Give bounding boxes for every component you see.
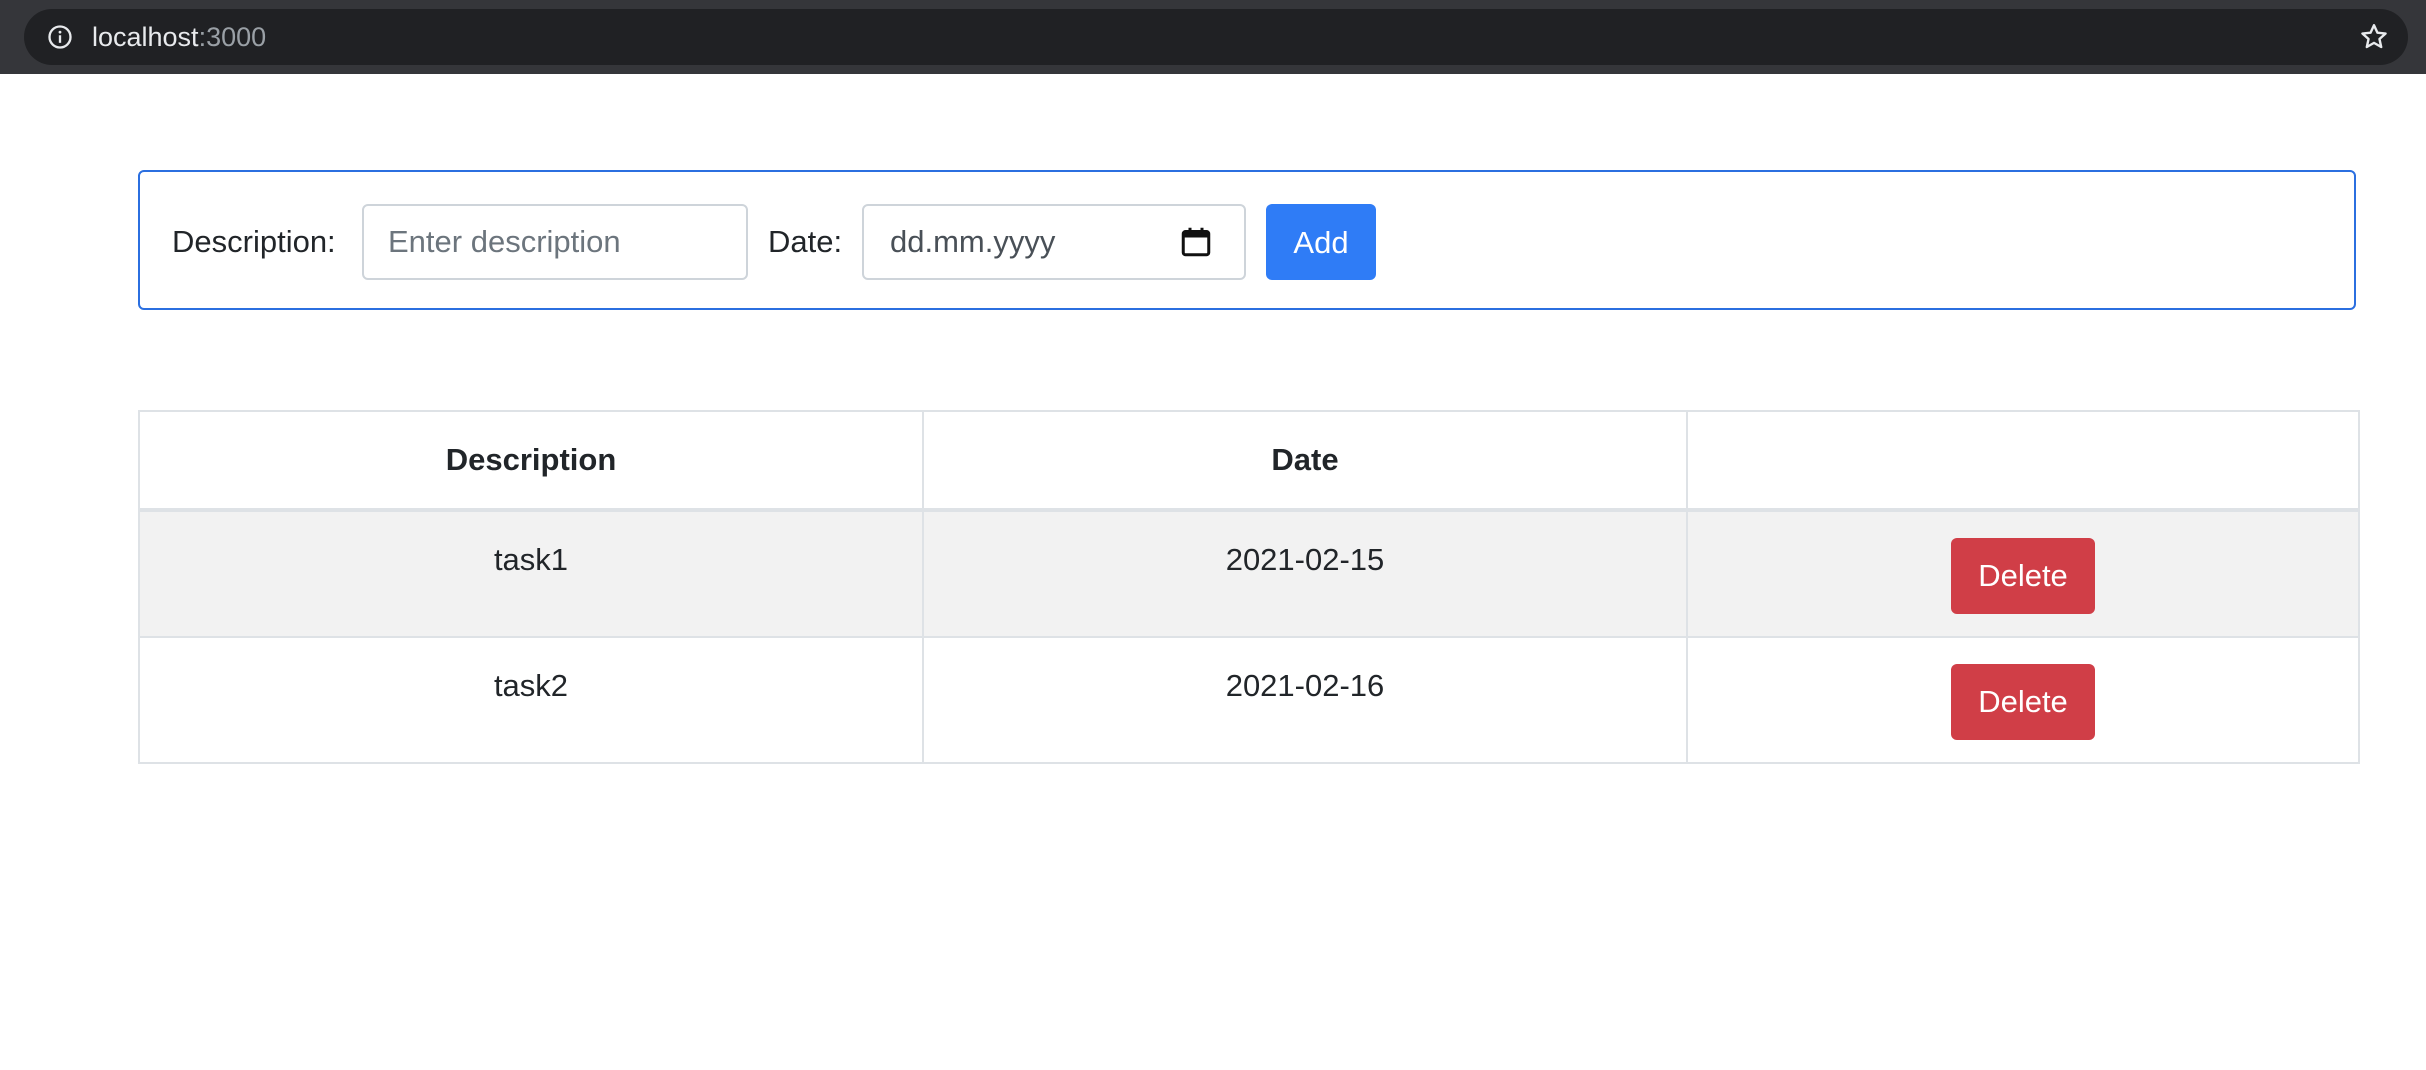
table-row: task1 2021-02-15 Delete bbox=[138, 509, 2360, 638]
table-header-row: Description Date bbox=[138, 410, 2360, 512]
add-button[interactable]: Add bbox=[1266, 204, 1376, 280]
tasks-table: Description Date task1 2021-02-15 Delete… bbox=[138, 410, 2360, 764]
add-task-form: Description: Date: dd.mm.yyyy Add bbox=[138, 170, 2356, 310]
cell-description: task1 bbox=[138, 509, 924, 638]
date-placeholder: dd.mm.yyyy bbox=[890, 224, 1056, 259]
cell-description: task2 bbox=[138, 636, 924, 764]
date-label: Date: bbox=[768, 224, 843, 259]
url-host: localhost bbox=[92, 22, 199, 52]
calendar-icon[interactable] bbox=[1178, 224, 1214, 260]
browser-toolbar: localhost:3000 bbox=[0, 0, 2426, 74]
header-actions bbox=[1686, 410, 2360, 512]
cell-action: Delete bbox=[1686, 636, 2360, 764]
description-input[interactable] bbox=[362, 204, 748, 280]
header-date: Date bbox=[922, 410, 1688, 512]
delete-button[interactable]: Delete bbox=[1951, 538, 2095, 614]
cell-action: Delete bbox=[1686, 509, 2360, 638]
date-input[interactable]: dd.mm.yyyy bbox=[862, 204, 1246, 280]
task-description: task2 bbox=[493, 668, 569, 703]
url-text[interactable]: localhost:3000 bbox=[92, 9, 266, 65]
cell-date: 2021-02-15 bbox=[922, 509, 1688, 638]
header-description: Description bbox=[138, 410, 924, 512]
cell-date: 2021-02-16 bbox=[922, 636, 1688, 764]
delete-button[interactable]: Delete bbox=[1951, 664, 2095, 740]
table-row: task2 2021-02-16 Delete bbox=[138, 636, 2360, 764]
task-date: 2021-02-15 bbox=[1225, 542, 1385, 577]
star-icon[interactable] bbox=[2358, 21, 2390, 53]
description-label: Description: bbox=[172, 224, 336, 259]
url-port: :3000 bbox=[198, 22, 267, 52]
task-date: 2021-02-16 bbox=[1225, 668, 1385, 703]
info-icon[interactable] bbox=[46, 23, 74, 51]
address-bar[interactable]: localhost:3000 bbox=[24, 9, 2408, 65]
task-description: task1 bbox=[493, 542, 569, 577]
